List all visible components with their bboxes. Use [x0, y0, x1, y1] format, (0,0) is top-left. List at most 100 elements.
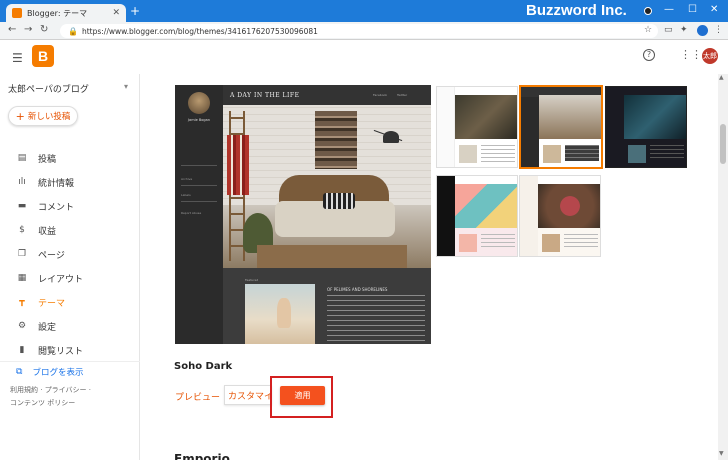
new-tab-button[interactable]: + — [130, 4, 140, 18]
preview-side-item: Archive — [181, 177, 193, 181]
sidebar-item-posts[interactable]: ▤ 投稿 — [0, 146, 140, 170]
plus-icon: + — [15, 109, 25, 123]
sidebar: 太郎ペーパのブログ ▾ + 新しい投稿 ▤ 投稿 ılı 統計情報 ▬ コメント $ 収… — [0, 74, 140, 460]
new-post-label: 新しい投稿 — [27, 112, 71, 122]
comments-icon: ▬ — [17, 201, 27, 211]
preview-blog-title: A DAY IN THE LIFE — [230, 92, 300, 99]
terms-link[interactable]: 利用規約 — [10, 386, 38, 394]
preview-person — [277, 298, 291, 328]
blog-selector[interactable]: 太郎ペーパのブログ ▾ — [8, 82, 128, 95]
theme-thumbnail-selected[interactable] — [519, 85, 603, 169]
sidebar-item-pages[interactable]: ❐ ページ — [0, 242, 140, 266]
next-section-heading: Emporio — [174, 452, 230, 460]
new-post-button[interactable]: + 新しい投稿 — [8, 106, 78, 126]
layout-icon: ▦ — [17, 273, 27, 283]
help-icon[interactable]: ? — [643, 49, 655, 61]
brand-overlay: Buzzword Inc. — [526, 2, 627, 19]
apps-grid-icon[interactable]: ⋮⋮ — [680, 48, 702, 61]
view-blog-link[interactable]: ⧉ ブログを表示 — [0, 361, 140, 381]
lock-icon: 🔒 — [68, 26, 78, 36]
sidebar-item-stats[interactable]: ılı 統計情報 — [0, 170, 140, 194]
sidebar-item-theme[interactable]: ┳ テーマ — [0, 290, 140, 314]
preview-divider — [181, 165, 217, 166]
preview-tapestry — [315, 111, 357, 169]
preview-post-title: OF PELIMES AND SHORELINES — [327, 287, 388, 292]
caret-down-icon: ▾ — [123, 82, 128, 91]
tab-title: Blogger: テーマ — [27, 8, 88, 18]
user-avatar[interactable]: 太郎 — [702, 48, 718, 64]
preview-lamp — [383, 131, 399, 143]
sidebar-item-label: レイアウト — [38, 274, 84, 285]
scrollbar-thumb[interactable] — [720, 124, 726, 164]
bookmark-star-icon[interactable]: ☆ — [644, 25, 652, 35]
url-input[interactable]: 🔒 https://www.blogger.com/blog/themes/34… — [60, 24, 658, 38]
pages-icon: ❐ — [17, 249, 27, 259]
window-close-icon[interactable]: ✕ — [710, 4, 718, 15]
sidebar-item-comments[interactable]: ▬ コメント — [0, 194, 140, 218]
preview-rug — [257, 245, 407, 268]
back-icon[interactable]: ← — [8, 24, 16, 35]
sidebar-item-label: テーマ — [38, 298, 66, 309]
customize-button[interactable]: カスタマイズ — [224, 385, 272, 405]
content-policy-link[interactable]: コンテンツ ポリシー — [10, 399, 75, 407]
open-external-icon: ⧉ — [16, 366, 23, 377]
app-header: ☰ B ? ⋮⋮ 太郎 — [0, 40, 728, 74]
blog-name: 太郎ペーパのブログ — [8, 85, 89, 95]
browser-tab[interactable]: Blogger: テーマ ✕ — [6, 4, 126, 22]
privacy-link[interactable]: プライバシー — [45, 386, 87, 394]
sidebar-item-label: 投稿 — [38, 154, 57, 165]
sidebar-item-label: コメント — [38, 202, 75, 213]
sidebar-item-label: 閲覧リスト — [38, 346, 84, 357]
sidebar-item-reading-list[interactable]: ▮ 閲覧リスト — [0, 338, 140, 362]
preview-pillow — [323, 193, 355, 209]
theme-name: Soho Dark — [174, 361, 233, 372]
sidebar-item-label: 収益 — [38, 226, 57, 237]
chrome-menu-icon[interactable]: ⋮ — [714, 25, 723, 35]
browser-tab-strip: Blogger: テーマ ✕ + Buzzword Inc. — ☐ ✕ — [0, 0, 728, 22]
preview-side-item: Report Abuse — [181, 211, 202, 215]
scroll-down-icon[interactable]: ▼ — [719, 450, 724, 457]
preview-sidebar: Jamie Bogan Archive Labels Report Abuse — [175, 85, 223, 344]
sidebar-item-label: 設定 — [38, 322, 57, 333]
preview-hero-photo — [223, 105, 431, 268]
preview-side-item: Labels — [181, 193, 191, 197]
sidebar-menu: ▤ 投稿 ılı 統計情報 ▬ コメント $ 収益 ❐ ページ ▦ レイアウト ┳ テーマ ⚙… — [0, 146, 140, 362]
sidebar-item-settings[interactable]: ⚙ 設定 — [0, 314, 140, 338]
address-bar: ← → ↻ 🔒 https://www.blogger.com/blog/the… — [0, 22, 728, 40]
preview-link[interactable]: プレビュー — [175, 390, 220, 403]
theme-icon: ┳ — [19, 297, 25, 307]
theme-thumbnail[interactable] — [436, 86, 518, 168]
preview-author-avatar — [188, 92, 210, 114]
cast-icon[interactable]: ▭ — [664, 25, 673, 35]
hamburger-menu-icon[interactable]: ☰ — [12, 51, 23, 65]
url-text: https://www.blogger.com/blog/themes/3416… — [81, 26, 318, 36]
theme-thumbnail[interactable] — [519, 175, 601, 257]
preview-section-label: Featured — [245, 278, 259, 282]
sidebar-item-label: 統計情報 — [38, 178, 75, 189]
earnings-icon: $ — [19, 225, 25, 235]
sidebar-item-layout[interactable]: ▦ レイアウト — [0, 266, 140, 290]
footer-links: 利用規約 · プライバシー · コンテンツ ポリシー — [10, 386, 92, 407]
theme-thumbnail[interactable] — [605, 86, 687, 168]
scrollbar[interactable]: ▲ ▼ — [718, 74, 728, 460]
preview-nav-link: Facebook — [373, 93, 388, 97]
close-tab-icon[interactable]: ✕ — [112, 8, 120, 18]
preview-nav-link: Twitter — [397, 93, 408, 97]
scroll-up-icon[interactable]: ▲ — [719, 74, 724, 81]
preview-author-name: Jamie Bogan — [188, 118, 210, 122]
browser-profile-icon[interactable] — [644, 7, 652, 15]
view-blog-label: ブログを表示 — [32, 367, 84, 378]
theme-thumbnail[interactable] — [436, 175, 518, 257]
minimize-icon[interactable]: — — [664, 4, 674, 15]
chrome-avatar-icon[interactable] — [697, 25, 708, 36]
settings-icon: ⚙ — [17, 321, 27, 331]
preview-post-text — [327, 295, 425, 344]
blogger-logo[interactable]: B — [32, 45, 54, 67]
extensions-icon[interactable]: ✦ — [680, 25, 688, 35]
sidebar-item-label: ページ — [38, 250, 65, 261]
blogger-favicon-icon — [12, 8, 22, 18]
forward-icon[interactable]: → — [24, 24, 32, 35]
maximize-icon[interactable]: ☐ — [688, 4, 697, 15]
sidebar-item-earnings[interactable]: $ 収益 — [0, 218, 140, 242]
reload-icon[interactable]: ↻ — [40, 24, 48, 35]
